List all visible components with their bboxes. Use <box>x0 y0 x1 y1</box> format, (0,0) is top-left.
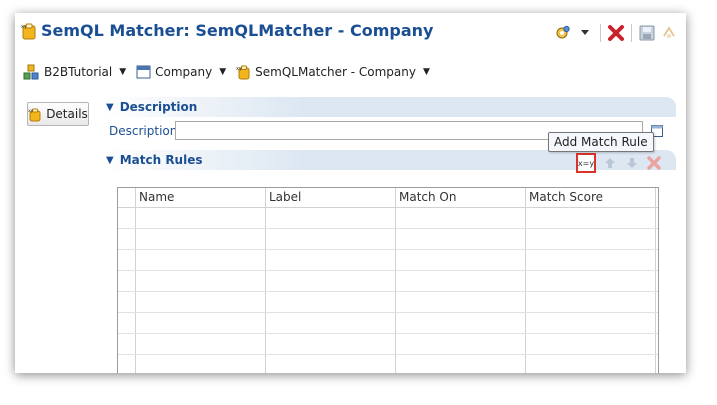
save-icon[interactable] <box>638 24 656 42</box>
breadcrumb-item-model[interactable]: B2BTutorial ▼ <box>23 64 132 81</box>
toolbar-divider <box>600 24 601 42</box>
table-cell[interactable] <box>136 313 266 333</box>
column-header-match-on[interactable]: Match On <box>396 188 526 207</box>
table-cell[interactable] <box>396 229 526 249</box>
table-row[interactable] <box>118 292 658 313</box>
move-down-icon[interactable] <box>624 155 640 171</box>
details-button[interactable]: xy Details <box>27 102 89 126</box>
table-cell[interactable] <box>266 355 396 373</box>
table-cell[interactable] <box>526 208 656 228</box>
table-row[interactable] <box>118 271 658 292</box>
table-row[interactable] <box>118 250 658 271</box>
table-cell[interactable] <box>136 271 266 291</box>
page-title: SemQL Matcher: SemQLMatcher - Company <box>41 21 434 40</box>
table-cell[interactable] <box>266 271 396 291</box>
table-cell[interactable] <box>396 313 526 333</box>
column-header-name[interactable]: Name <box>136 188 266 207</box>
move-up-icon[interactable] <box>602 155 618 171</box>
description-label: Description: <box>109 124 182 138</box>
row-selector[interactable] <box>118 208 136 228</box>
chevron-down-icon[interactable]: ▼ <box>423 67 430 77</box>
sync-icon[interactable] <box>660 24 678 42</box>
table-cell[interactable] <box>396 355 526 373</box>
add-rule-icon: x=y <box>577 158 595 168</box>
matcher-icon: xy <box>28 108 41 121</box>
editor-title-bar: xy SemQL Matcher: SemQLMatcher - Company <box>15 13 686 53</box>
row-selector[interactable] <box>118 271 136 291</box>
table-cell[interactable] <box>266 313 396 333</box>
gear-dropdown-icon[interactable] <box>554 24 572 42</box>
table-cell[interactable] <box>396 334 526 354</box>
table-cell[interactable] <box>136 334 266 354</box>
table-cell[interactable] <box>266 250 396 270</box>
row-selector[interactable] <box>118 334 136 354</box>
delete-icon[interactable] <box>646 155 662 171</box>
chevron-down-icon[interactable]: ▼ <box>119 67 126 77</box>
table-cell[interactable] <box>396 271 526 291</box>
collapse-triangle-icon[interactable]: ▼ <box>106 102 114 113</box>
title-actions <box>554 23 678 43</box>
table-cell[interactable] <box>526 271 656 291</box>
toolbar-divider <box>631 24 632 42</box>
table-cell[interactable] <box>526 250 656 270</box>
match-rules-toolbar: x=y <box>576 153 662 173</box>
details-label: Details <box>46 107 88 121</box>
breadcrumb-label: SemQLMatcher - Company <box>255 65 416 79</box>
table-cell[interactable] <box>266 334 396 354</box>
editor-window: xy SemQL Matcher: SemQLMatcher - Company <box>15 13 686 373</box>
row-selector[interactable] <box>118 313 136 333</box>
table-cell[interactable] <box>266 208 396 228</box>
match-rules-table: Name Label Match On Match Score <box>117 187 659 373</box>
svg-text:xy: xy <box>236 66 242 72</box>
table-cell[interactable] <box>136 229 266 249</box>
breadcrumb-label: B2BTutorial <box>44 65 113 79</box>
table-cell[interactable] <box>526 334 656 354</box>
add-match-rule-tooltip: Add Match Rule <box>548 132 654 152</box>
table-cell[interactable] <box>136 208 266 228</box>
table-row[interactable] <box>118 334 658 355</box>
table-row[interactable] <box>118 313 658 334</box>
table-cell[interactable] <box>396 292 526 312</box>
table-cell[interactable] <box>526 292 656 312</box>
row-selector-header <box>118 188 136 207</box>
section-title: Match Rules <box>119 153 203 167</box>
table-cell[interactable] <box>266 229 396 249</box>
breadcrumb: B2BTutorial ▼ Company ▼ xy SemQLMatcher … <box>23 63 436 81</box>
entity-icon <box>136 65 151 79</box>
model-icon <box>23 64 39 79</box>
row-selector[interactable] <box>118 292 136 312</box>
chevron-down-icon[interactable]: ▼ <box>219 67 226 77</box>
row-selector[interactable] <box>118 250 136 270</box>
table-cell[interactable] <box>136 250 266 270</box>
table-cell[interactable] <box>396 250 526 270</box>
svg-text:xy: xy <box>28 109 34 114</box>
section-title: Description <box>119 100 198 114</box>
description-section-header[interactable]: ▼ Description <box>100 97 676 117</box>
breadcrumb-item-matcher[interactable]: xy SemQLMatcher - Company ▼ <box>236 64 436 80</box>
table-cell[interactable] <box>526 355 656 373</box>
table-row[interactable] <box>118 208 658 229</box>
table-row[interactable] <box>118 229 658 250</box>
row-selector[interactable] <box>118 229 136 249</box>
collapse-triangle-icon[interactable]: ▼ <box>106 155 114 166</box>
table-cell[interactable] <box>526 313 656 333</box>
svg-text:xy: xy <box>21 24 27 30</box>
column-header-label[interactable]: Label <box>266 188 396 207</box>
matcher-icon: xy <box>21 23 36 40</box>
chevron-down-icon[interactable] <box>576 24 594 42</box>
row-selector[interactable] <box>118 355 136 373</box>
table-header: Name Label Match On Match Score <box>118 188 658 208</box>
table-row[interactable] <box>118 355 658 373</box>
table-cell[interactable] <box>396 208 526 228</box>
add-match-rule-button[interactable]: x=y <box>576 153 596 173</box>
table-cell[interactable] <box>136 292 266 312</box>
matcher-icon: xy <box>236 65 250 80</box>
close-icon[interactable] <box>607 24 625 42</box>
table-cell[interactable] <box>526 229 656 249</box>
column-header-match-score[interactable]: Match Score <box>526 188 656 207</box>
breadcrumb-label: Company <box>155 65 213 79</box>
breadcrumb-item-entity[interactable]: Company ▼ <box>136 65 232 79</box>
table-cell[interactable] <box>136 355 266 373</box>
table-cell[interactable] <box>266 292 396 312</box>
